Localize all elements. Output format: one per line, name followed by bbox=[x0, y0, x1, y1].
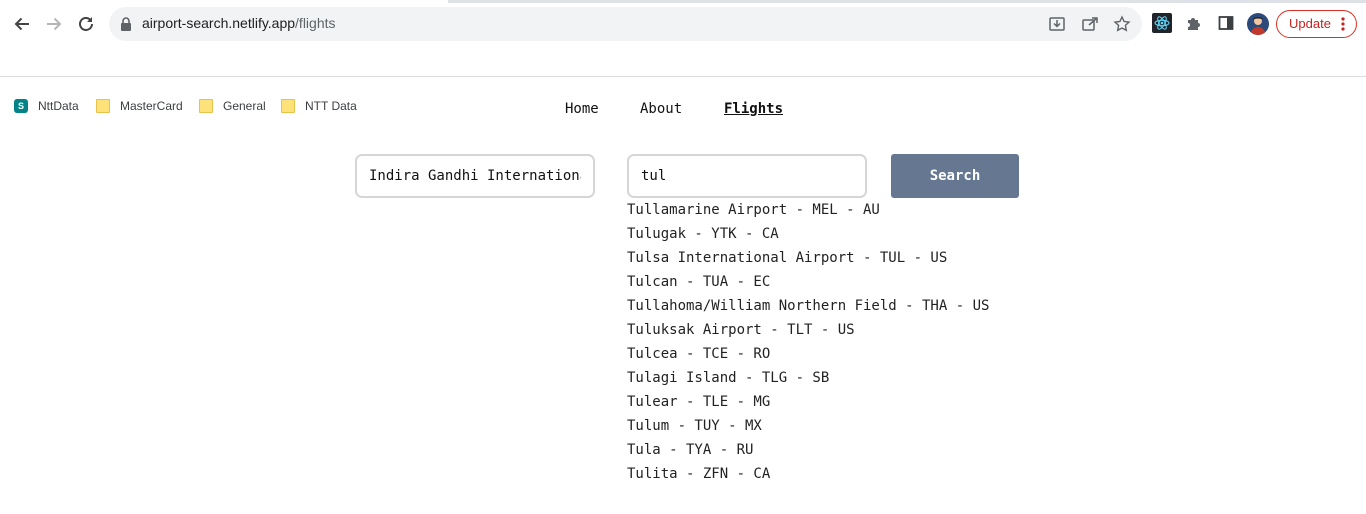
airport-suggestions-list: Tullamarine Airport - MEL - AU Tulugak -… bbox=[627, 198, 1047, 486]
update-button[interactable]: Update bbox=[1276, 10, 1357, 38]
suggestion-item[interactable]: Tullahoma/William Northern Field - THA -… bbox=[627, 294, 1047, 318]
arrow-right-icon bbox=[47, 17, 62, 31]
suggestion-item[interactable]: Tullamarine Airport - MEL - AU bbox=[627, 198, 1047, 222]
star-icon[interactable] bbox=[1113, 15, 1131, 33]
url-domain: airport-search.netlify.app bbox=[142, 15, 296, 31]
reload-icon bbox=[79, 17, 93, 31]
suggestion-item[interactable]: Tuluksak Airport - TLT - US bbox=[627, 318, 1047, 342]
url-path: /flights bbox=[295, 15, 336, 31]
bookmarks-bar: S NttData MasterCard General NTT Data bbox=[0, 47, 1366, 113]
nav-link-about[interactable]: About bbox=[640, 101, 682, 117]
more-vert-icon bbox=[1341, 17, 1345, 31]
share-icon[interactable] bbox=[1081, 15, 1099, 33]
address-bar[interactable]: airport-search.netlify.app/flights bbox=[109, 7, 1142, 41]
folder-icon bbox=[96, 99, 110, 113]
folder-icon bbox=[199, 99, 213, 113]
sharepoint-icon: S bbox=[14, 99, 28, 113]
bookmark-label: General bbox=[223, 99, 266, 113]
suggestion-item[interactable]: Tulcea - TCE - RO bbox=[627, 342, 1047, 366]
suggestion-item[interactable]: Tulita - ZFN - CA bbox=[627, 462, 1047, 486]
suggestion-item[interactable]: Tulum - TUY - MX bbox=[627, 414, 1047, 438]
search-button[interactable]: Search bbox=[891, 154, 1019, 198]
suggestion-item[interactable]: Tulugak - YTK - CA bbox=[627, 222, 1047, 246]
extensions-puzzle-icon[interactable] bbox=[1184, 13, 1204, 33]
install-app-icon[interactable] bbox=[1048, 15, 1066, 33]
profile-avatar[interactable] bbox=[1247, 13, 1269, 35]
nav-link-home[interactable]: Home bbox=[565, 101, 599, 117]
suggestion-item[interactable]: Tulagi Island - TLG - SB bbox=[627, 366, 1047, 390]
folder-icon bbox=[281, 99, 295, 113]
suggestion-item[interactable]: Tula - TYA - RU bbox=[627, 438, 1047, 462]
reload-button[interactable] bbox=[74, 12, 98, 36]
nav-link-flights[interactable]: Flights bbox=[724, 101, 783, 117]
arrow-left-icon bbox=[14, 17, 29, 31]
tab-strip-edge bbox=[0, 0, 1366, 3]
suggestion-item[interactable]: Tulear - TLE - MG bbox=[627, 390, 1047, 414]
destination-airport-input[interactable] bbox=[627, 154, 867, 198]
side-panel-icon[interactable] bbox=[1216, 13, 1236, 33]
origin-airport-input[interactable] bbox=[355, 154, 595, 198]
suggestion-item[interactable]: Tulcan - TUA - EC bbox=[627, 270, 1047, 294]
url-text[interactable]: airport-search.netlify.app/flights bbox=[142, 15, 336, 31]
bookmark-label: MasterCard bbox=[120, 99, 183, 113]
bookmark-mastercard[interactable]: MasterCard bbox=[96, 94, 183, 118]
bookmark-label: NttData bbox=[38, 99, 79, 113]
bookmark-ntt-data[interactable]: NTT Data bbox=[281, 94, 357, 118]
react-devtools-icon[interactable] bbox=[1152, 13, 1172, 33]
forward-button[interactable] bbox=[42, 12, 66, 36]
bookmark-label: NTT Data bbox=[305, 99, 357, 113]
lock-icon bbox=[121, 17, 131, 31]
suggestion-item[interactable]: Tulsa International Airport - TUL - US bbox=[627, 246, 1047, 270]
browser-toolbar: airport-search.netlify.app/flights Updat… bbox=[0, 0, 1366, 47]
bookmark-general[interactable]: General bbox=[199, 94, 266, 118]
back-button[interactable] bbox=[10, 12, 34, 36]
update-label: Update bbox=[1289, 16, 1331, 31]
bookmark-nttdata[interactable]: S NttData bbox=[14, 94, 79, 118]
